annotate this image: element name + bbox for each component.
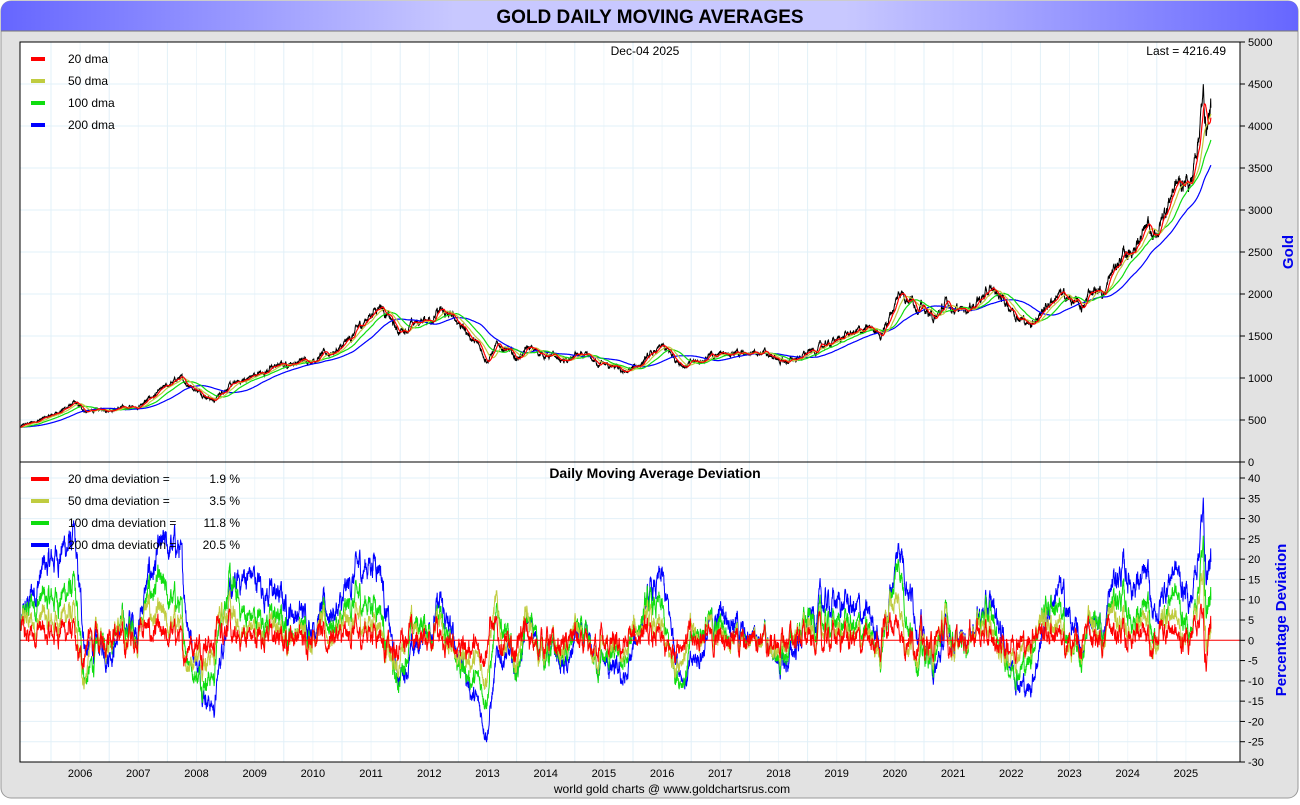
deviation-panel-title: Daily Moving Average Deviation [549,465,760,481]
legend-value: 1.9 % [209,472,240,486]
price-tick-label: 500 [1248,415,1266,427]
price-tick-label: 4000 [1248,121,1272,133]
x-tick-label: 2025 [1174,768,1198,780]
price-tick-label: 0 [1248,457,1254,469]
legend-value: 11.8 % [204,516,241,530]
x-tick-label: 2007 [126,768,150,780]
price-tick-label: 1000 [1248,373,1272,385]
price-tick-label: 3000 [1248,205,1272,217]
x-tick-label: 2024 [1115,768,1139,780]
deviation-tick-label: 30 [1248,514,1260,526]
x-tick-label: 2014 [533,768,557,780]
legend-label: 20 dma deviation = [68,472,170,486]
x-tick-label: 2020 [883,768,907,780]
x-tick-label: 2016 [650,768,674,780]
deviation-tick-label: -30 [1248,757,1264,769]
legend-label: 100 dma [68,96,115,110]
deviation-tick-label: -20 [1248,716,1264,728]
deviation-tick-label: 15 [1248,574,1260,586]
legend-swatch [31,123,45,127]
price-tick-label: 1500 [1248,331,1272,343]
deviation-tick-label: 5 [1248,615,1254,627]
x-tick-label: 2017 [708,768,732,780]
deviation-tick-label: -15 [1248,696,1264,708]
y-axis-label-gold: Gold [1280,235,1297,269]
legend-value: 3.5 % [209,494,240,508]
legend-label: 200 dma deviation = [68,538,176,552]
deviation-tick-label: 10 [1248,595,1260,607]
legend-swatch [31,477,49,481]
date-label: Dec-04 2025 [611,44,680,58]
x-tick-label: 2006 [68,768,92,780]
legend-label: 50 dma deviation = [68,494,170,508]
legend-swatch [31,521,49,525]
x-tick-label: 2022 [999,768,1023,780]
x-tick-label: 2009 [242,768,266,780]
deviation-tick-label: 25 [1248,534,1260,546]
deviation-tick-label: -25 [1248,737,1264,749]
price-tick-label: 5000 [1248,37,1272,49]
x-tick-label: 2019 [824,768,848,780]
deviation-tick-label: 20 [1248,554,1260,566]
price-tick-label: 4500 [1248,79,1272,91]
footer-credit: world gold charts @ www.goldchartsrus.co… [553,782,790,796]
deviation-tick-label: -5 [1248,656,1258,668]
legend-swatch [31,101,45,105]
price-tick-label: 2000 [1248,289,1272,301]
x-tick-label: 2011 [359,768,383,780]
chart-title: GOLD DAILY MOVING AVERAGES [496,7,803,28]
y-axis-label-deviation: Percentage Deviation [1273,544,1290,697]
deviation-tick-label: -10 [1248,676,1264,688]
x-tick-label: 2013 [475,768,499,780]
legend-value: 20.5 % [203,538,241,552]
deviation-tick-label: 0 [1248,635,1254,647]
legend-label: 20 dma [68,52,108,66]
deviation-tick-label: 40 [1248,473,1260,485]
legend-label: 50 dma [68,74,108,88]
legend-swatch [31,543,49,547]
gold-moving-averages-chart: GOLD DAILY MOVING AVERAGES 2006 2007 2008 2… [0,0,1299,799]
price-tick-label: 3500 [1248,163,1272,175]
x-tick-label: 2012 [417,768,441,780]
legend-swatch [31,79,45,83]
legend-label: 200 dma [68,118,115,132]
x-tick-label: 2008 [184,768,208,780]
last-price-label: Last = 4216.49 [1146,44,1226,58]
price-tick-label: 2500 [1248,247,1272,259]
x-tick-label: 2010 [301,768,325,780]
deviation-tick-label: 35 [1248,493,1260,505]
x-tick-label: 2015 [592,768,616,780]
x-tick-label: 2018 [766,768,790,780]
legend-label: 100 dma deviation = [68,516,176,530]
legend-swatch [31,499,49,503]
x-tick-label: 2023 [1057,768,1081,780]
x-tick-label: 2021 [941,768,965,780]
legend-swatch [31,57,45,61]
